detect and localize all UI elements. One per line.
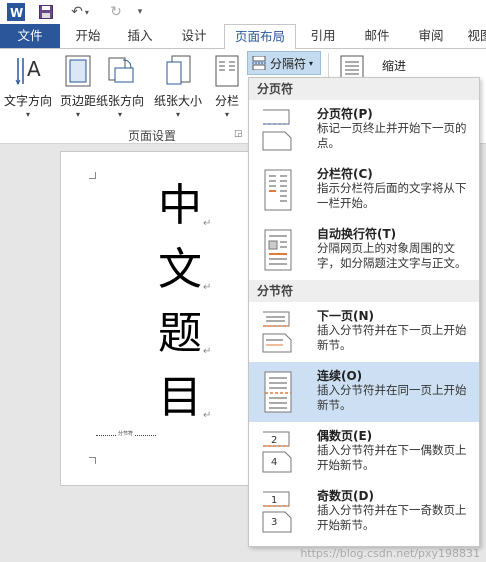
margins-icon	[63, 53, 93, 89]
text-direction-icon: A	[13, 53, 43, 89]
menu-item-title: 奇数页(D)	[317, 489, 374, 503]
menu-item-description: 插入分节符并在下一页上开始新节。	[317, 323, 467, 352]
tab-design[interactable]: 设计	[168, 24, 220, 48]
menu-item-next-page[interactable]: 下一页(N) 插入分节符并在下一页上开始新节。	[249, 302, 479, 362]
text-wrapping-break-icon	[261, 228, 295, 272]
menu-item-title: 偶数页(E)	[317, 429, 373, 443]
chevron-down-icon: ▾	[76, 110, 81, 119]
chevron-down-icon: ▾	[176, 110, 181, 119]
breaks-dropdown-menu: 分页符 分页符(P) 标记一页终止并开始下一页的点。 分栏符(C) 指示分栏符后…	[248, 77, 480, 547]
tab-layout[interactable]: 页面布局	[224, 24, 296, 49]
continuous-icon	[261, 370, 295, 414]
size-button[interactable]: 纸张大小 ▾	[154, 53, 202, 119]
paragraph-mark: ↵	[203, 410, 212, 421]
title-char-2: 文	[158, 244, 202, 295]
svg-text:2: 2	[271, 435, 277, 446]
breaks-icon	[252, 55, 266, 71]
odd-page-icon: 13	[261, 490, 295, 534]
tab-file[interactable]: 文件	[0, 24, 60, 48]
margin-corner-bottom-left	[89, 457, 96, 464]
dialog-launcher-icon[interactable]: ◲	[234, 129, 243, 139]
column-break-icon	[261, 168, 295, 212]
paragraph-mark: ↵	[203, 282, 212, 293]
undo-icon[interactable]: ↶ ▾	[66, 3, 94, 21]
menu-item-column-break[interactable]: 分栏符(C) 指示分栏符后面的文字将从下一栏开始。	[249, 160, 479, 220]
menu-item-title: 自动换行符(T)	[317, 227, 397, 241]
chevron-down-icon: ▾	[309, 58, 314, 68]
svg-text:1: 1	[271, 495, 277, 506]
paragraph-mark: ↵	[203, 346, 212, 357]
tab-mailings[interactable]: 邮件	[352, 24, 402, 48]
menu-item-text-wrapping-break[interactable]: 自动换行符(T) 分隔网页上的对象周围的文字，如分隔题注文字与正文。	[249, 220, 479, 280]
customize-qat-icon[interactable]: ▾	[134, 3, 146, 21]
orientation-icon	[105, 53, 135, 89]
menu-item-page-break[interactable]: 分页符(P) 标记一页终止并开始下一页的点。	[249, 100, 479, 160]
breaks-button[interactable]: 分隔符 ▾	[247, 51, 321, 75]
title-char-4: 目	[158, 372, 202, 423]
menu-item-title: 分栏符(C)	[317, 167, 373, 181]
page-setup-group-label: 页面设置	[128, 129, 177, 143]
word-app-icon[interactable]: W	[6, 3, 26, 21]
text-direction-label: 文字方向	[4, 94, 53, 108]
menu-item-title: 分页符(P)	[317, 107, 373, 121]
svg-text:3: 3	[271, 517, 277, 528]
section-break-marker: 分节符	[96, 430, 156, 437]
even-page-icon: 24	[261, 430, 295, 474]
size-label: 纸张大小	[154, 94, 203, 108]
redo-icon[interactable]: ↻	[106, 3, 126, 21]
columns-label: 分栏	[214, 94, 239, 108]
menu-item-description: 插入分节符并在下一奇数页上开始新节。	[317, 503, 467, 532]
text-direction-button[interactable]: A 文字方向 ▾	[4, 53, 52, 119]
section-break-label: 分节符	[117, 430, 135, 437]
tab-home[interactable]: 开始	[64, 24, 112, 48]
margins-button[interactable]: 页边距 ▾	[60, 53, 96, 119]
menu-item-continuous[interactable]: 连续(O) 插入分节符并在同一页上开始新节。	[249, 362, 479, 422]
breaks-label: 分隔符	[270, 56, 307, 71]
margins-label: 页边距	[60, 94, 97, 108]
chevron-down-icon: ▾	[224, 110, 229, 119]
columns-icon	[212, 53, 242, 89]
size-icon	[163, 53, 193, 89]
columns-button[interactable]: 分栏 ▾	[212, 53, 242, 119]
quick-access-toolbar: W ↶ ▾ ↻ ▾	[0, 0, 486, 24]
ribbon-tabs: 文件 开始 插入 设计 页面布局 引用 邮件 审阅 视图	[0, 24, 486, 49]
menu-item-title: 连续(O)	[317, 369, 363, 383]
menu-item-title: 下一页(N)	[317, 309, 375, 323]
svg-text:4: 4	[271, 457, 277, 468]
watermark-text: https://blog.csdn.net/pxy198831	[300, 547, 480, 560]
page-break-icon	[255, 108, 295, 152]
save-icon[interactable]	[36, 3, 56, 21]
paragraph-mark: ↵	[203, 218, 212, 229]
tab-references[interactable]: 引用	[298, 24, 348, 48]
margin-corner-top-left	[89, 172, 96, 179]
menu-item-odd-page[interactable]: 13 奇数页(D) 插入分节符并在下一奇数页上开始新节。	[249, 482, 479, 542]
title-char-3: 题	[158, 308, 202, 359]
tab-insert[interactable]: 插入	[116, 24, 164, 48]
svg-text:W: W	[10, 6, 23, 20]
menu-item-description: 标记一页终止并开始下一页的点。	[317, 121, 467, 150]
title-char-1: 中	[158, 180, 202, 231]
menu-item-description: 指示分栏符后面的文字将从下一栏开始。	[317, 181, 467, 210]
chevron-down-icon: ▾	[118, 110, 123, 119]
orientation-label: 纸张方向	[96, 94, 145, 108]
tab-view[interactable]: 视图	[460, 24, 486, 48]
menu-item-even-page[interactable]: 24 偶数页(E) 插入分节符并在下一偶数页上开始新节。	[249, 422, 479, 482]
menu-item-description: 分隔网页上的对象周围的文字，如分隔题注文字与正文。	[317, 241, 467, 270]
orientation-button[interactable]: 纸张方向 ▾	[96, 53, 144, 119]
chevron-down-icon: ▾	[26, 110, 31, 119]
tab-review[interactable]: 审阅	[406, 24, 456, 48]
section-breaks-header: 分节符	[249, 280, 479, 302]
menu-item-description: 插入分节符并在下一偶数页上开始新节。	[317, 443, 467, 472]
svg-text:A: A	[27, 57, 41, 81]
page-breaks-header: 分页符	[249, 78, 479, 100]
menu-item-description: 插入分节符并在同一页上开始新节。	[317, 383, 467, 412]
indent-label: 缩进	[382, 59, 407, 73]
next-page-icon	[261, 310, 295, 354]
